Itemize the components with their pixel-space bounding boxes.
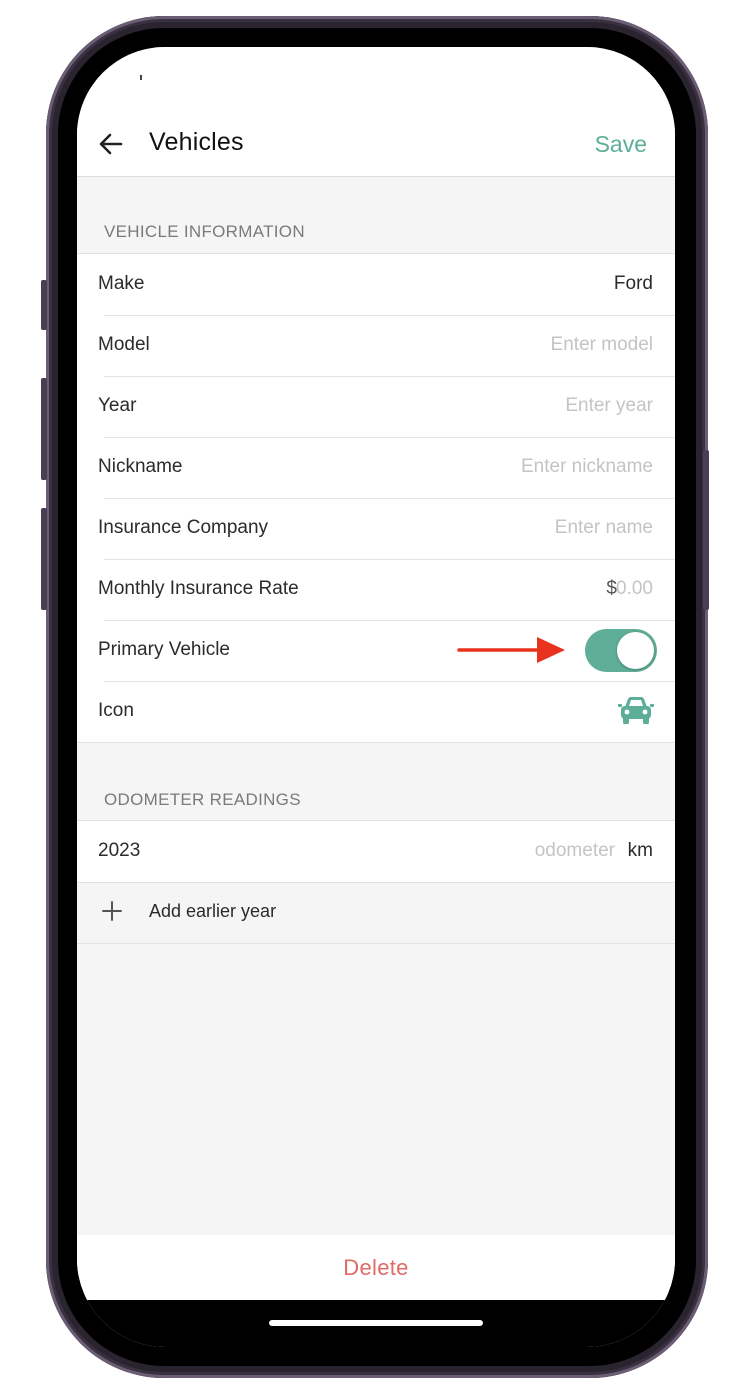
year-row: Year: [77, 376, 675, 437]
icon-label: Icon: [98, 700, 134, 721]
volume-up-button: [41, 378, 47, 480]
insurance-company-label: Insurance Company: [98, 517, 269, 538]
annotation-arrow-icon: [457, 637, 565, 663]
volume-down-button: [41, 508, 47, 610]
action-button: [41, 280, 47, 330]
monthly-insurance-rate-label: Monthly Insurance Rate: [98, 578, 299, 599]
save-button[interactable]: Save: [595, 131, 647, 158]
vehicle-information-header: VEHICLE INFORMATION: [104, 222, 305, 241]
navigation-bar: Vehicles Save: [77, 47, 675, 177]
add-earlier-year-button[interactable]: Add earlier year: [77, 881, 675, 944]
insurance-company-row: Insurance Company: [77, 498, 675, 559]
toggle-knob: [617, 632, 654, 669]
add-earlier-year-label: Add earlier year: [149, 901, 277, 921]
vehicle-information-group: Make Ford Model Year Nickname Insurance …: [77, 253, 675, 743]
page-title: Vehicles: [149, 128, 244, 156]
model-input[interactable]: [433, 331, 653, 359]
make-value: Ford: [613, 273, 653, 294]
icon-row: Icon: [77, 681, 675, 742]
year-input[interactable]: [433, 392, 653, 420]
nickname-input[interactable]: [433, 453, 653, 481]
car-icon[interactable]: [617, 695, 655, 727]
primary-vehicle-row: Primary Vehicle: [77, 620, 675, 681]
odometer-unit: km: [627, 840, 653, 861]
plus-icon: [102, 901, 122, 921]
nickname-row: Nickname: [77, 437, 675, 498]
odometer-year: 2023: [98, 840, 141, 861]
delete-label: Delete: [343, 1255, 409, 1280]
nickname-label: Nickname: [98, 456, 183, 477]
app-screen: Vehicles Save VEHICLE INFORMATION Make F…: [77, 47, 675, 1347]
back-button[interactable]: [97, 130, 125, 158]
monthly-insurance-rate-row: Monthly Insurance Rate $: [77, 559, 675, 620]
model-label: Model: [98, 334, 150, 355]
odometer-readings-header: ODOMETER READINGS: [104, 790, 301, 809]
model-row: Model: [77, 315, 675, 376]
year-label: Year: [98, 395, 137, 416]
insurance-company-input[interactable]: [433, 514, 653, 542]
make-row[interactable]: Make Ford: [77, 254, 675, 315]
odometer-row: 2023 km: [77, 821, 675, 882]
monthly-insurance-rate-input[interactable]: [613, 575, 653, 603]
delete-button[interactable]: Delete: [77, 1235, 675, 1300]
status-bar-mark: [140, 75, 142, 80]
home-indicator[interactable]: [269, 1320, 483, 1326]
power-button: [703, 450, 709, 610]
odometer-input[interactable]: [475, 837, 615, 865]
primary-vehicle-label: Primary Vehicle: [98, 639, 230, 660]
arrow-left-icon: [99, 133, 123, 155]
primary-vehicle-toggle[interactable]: [585, 629, 657, 672]
make-label: Make: [98, 273, 145, 294]
odometer-group: 2023 km: [77, 820, 675, 883]
